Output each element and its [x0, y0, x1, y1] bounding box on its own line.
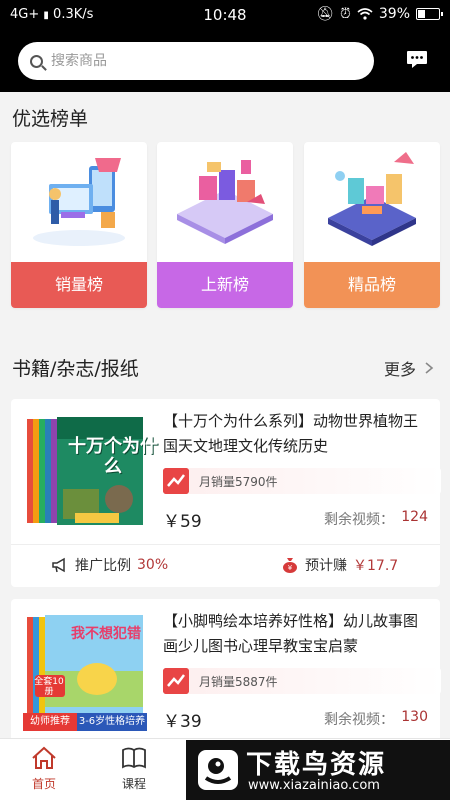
book-cover-title: 十万个为什么 [68, 436, 158, 477]
commission-label: 推广比例 [75, 558, 131, 574]
premium-illustration-icon [328, 152, 416, 246]
sales-count: 月销量5790件 [199, 475, 278, 489]
remaining-videos-label: 剩余视频： [324, 512, 394, 528]
sales-bar: 月销量5887件 [163, 668, 441, 694]
trend-icon [163, 468, 189, 494]
search-bar[interactable] [18, 42, 374, 80]
divider [11, 544, 440, 545]
book-cover-tag: 幼师推荐 [23, 713, 77, 731]
header [0, 30, 450, 92]
commission-rate: 推广比例 30% [51, 555, 168, 575]
watermark: 下载鸟资源 www.xiazainiao.com [186, 740, 450, 800]
logo-icon [198, 750, 238, 790]
earnings-value: ￥17.7 [353, 558, 399, 574]
commission-value: 30% [137, 557, 169, 573]
mute-icon: 🔕︎ [316, 6, 334, 22]
rank-label-premium: 精品榜 [304, 262, 440, 308]
book-icon [122, 747, 146, 769]
tab-courses[interactable]: 课程 [104, 745, 164, 792]
product-card[interactable]: 十万个为什么 【十万个为什么系列】动物世界植物王国天文地理文化传统历史 月销量5… [11, 399, 441, 587]
new-arrivals-illustration-icon [177, 160, 273, 244]
search-input[interactable] [51, 53, 341, 69]
book-cover-tag: 3-6岁性格培养 [77, 713, 147, 731]
watermark-url: www.xiazainiao.com [248, 778, 380, 793]
book-cover-badge: 全套10册 [34, 677, 64, 697]
status-indicators: 🔕︎ ⏰︎ 39% [316, 6, 443, 22]
book-cover-tags: 幼师推荐 3-6岁性格培养 [23, 713, 147, 731]
battery-percent: 39% [378, 6, 410, 22]
book-cover-title: 我不想犯错 [71, 626, 141, 642]
remaining-videos-value: 124 [401, 509, 428, 525]
rank-label-sales: 销量榜 [11, 262, 147, 308]
more-link[interactable]: 更多 [384, 356, 436, 380]
remaining-videos-value: 130 [401, 709, 428, 725]
money-bag-icon: ¥ [283, 558, 297, 573]
trend-icon [163, 668, 189, 694]
rank-card-new[interactable]: 上新榜 [157, 142, 293, 308]
books-section-title: 书籍/杂志/报纸 [12, 358, 139, 380]
sales-bar: 月销量5790件 [163, 468, 441, 494]
wifi-icon [357, 8, 373, 20]
home-icon [32, 746, 56, 769]
remaining-videos-label: 剩余视频： [324, 712, 394, 728]
rank-card-premium[interactable]: 精品榜 [304, 142, 440, 308]
battery-icon [416, 8, 443, 20]
earnings-label: 预计赚 [305, 558, 347, 574]
watermark-title: 下载鸟资源 [246, 750, 387, 780]
sales-illustration-icon [33, 158, 125, 246]
message-icon[interactable] [406, 50, 428, 70]
product-title: 【十万个为什么系列】动物世界植物王国天文地理文化传统历史 [163, 412, 419, 455]
alarm-icon: ⏰︎ [339, 6, 351, 22]
estimated-earnings: ¥ 预计赚 ￥17.7 [281, 555, 398, 575]
ranking-title: 优选榜单 [12, 108, 89, 130]
rank-label-new: 上新榜 [157, 262, 293, 308]
price: ￥39 [163, 712, 202, 732]
tab-label: 课程 [121, 777, 146, 791]
sales-count: 月销量5887件 [199, 675, 278, 689]
status-bar: 4G+ ▮ 0.3K/s 10:48 🔕︎ ⏰︎ 39% [0, 0, 450, 30]
megaphone-icon [52, 557, 65, 573]
chevron-right-icon [425, 362, 434, 374]
product-card[interactable]: 我不想犯错 全套10册 幼师推荐 3-6岁性格培养 【小脚鸭绘本培养好性格】幼儿… [11, 599, 441, 749]
more-label: 更多 [383, 360, 416, 379]
svg-text:¥: ¥ [288, 564, 293, 572]
price: ￥59 [163, 512, 202, 532]
tab-label: 首页 [31, 777, 56, 791]
product-title: 【小脚鸭绘本培养好性格】幼儿故事图画少儿图书心理早教宝宝启蒙 [163, 612, 419, 655]
rank-card-sales[interactable]: 销量榜 [11, 142, 147, 308]
tab-home[interactable]: 首页 [14, 745, 74, 792]
search-icon [30, 54, 43, 68]
